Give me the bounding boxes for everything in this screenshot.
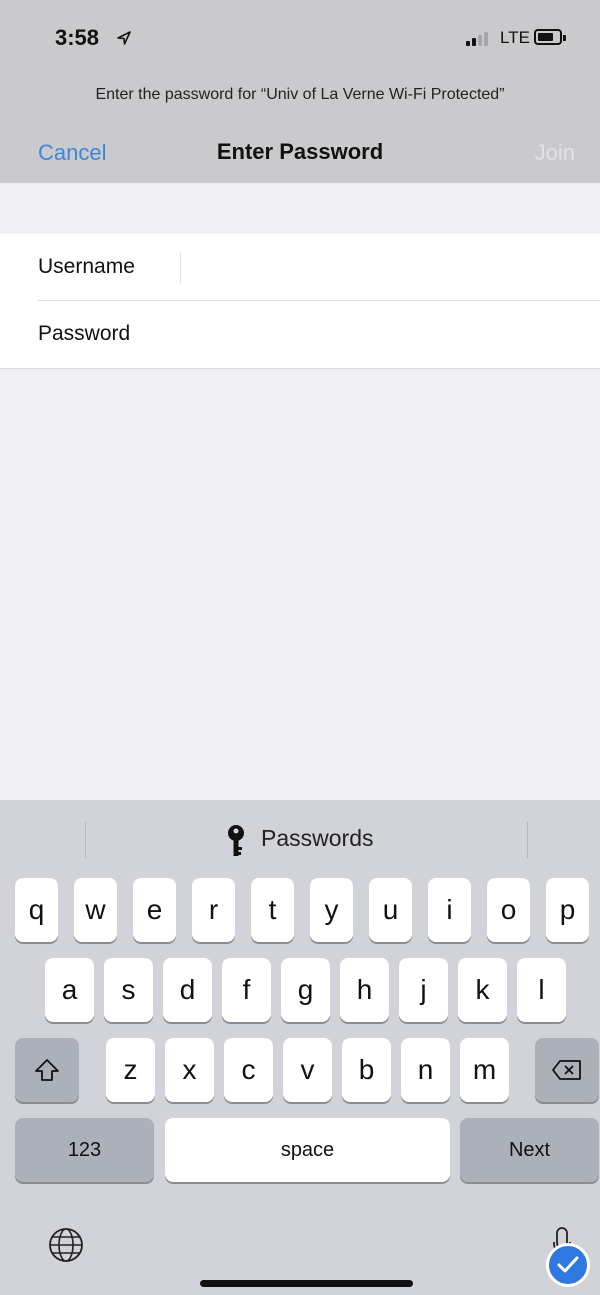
quicktype-divider xyxy=(85,822,86,858)
password-label: Password xyxy=(38,322,131,345)
letter-key[interactable]: l xyxy=(517,958,566,1022)
letter-key[interactable]: c xyxy=(224,1038,273,1102)
letter-key[interactable]: k xyxy=(458,958,507,1022)
letter-key[interactable]: v xyxy=(283,1038,332,1102)
letter-key[interactable]: z xyxy=(106,1038,155,1102)
letter-key[interactable]: s xyxy=(104,958,153,1022)
delete-key[interactable] xyxy=(535,1038,599,1102)
letter-key[interactable]: f xyxy=(222,958,271,1022)
username-label: Username xyxy=(38,255,135,278)
letter-key[interactable]: j xyxy=(399,958,448,1022)
letter-key[interactable]: g xyxy=(281,958,330,1022)
letter-key[interactable]: y xyxy=(310,878,353,942)
wifi-password-screen: 3:58 LTE Enter the password for “Univ of… xyxy=(0,0,600,1295)
network-prompt: Enter the password for “Univ of La Verne… xyxy=(95,86,505,103)
header: 3:58 LTE Enter the password for “Univ of… xyxy=(0,0,600,183)
quicktype-bar: Passwords xyxy=(0,800,600,870)
password-field[interactable] xyxy=(190,315,590,353)
shift-icon xyxy=(35,1059,59,1081)
letter-key[interactable]: d xyxy=(163,958,212,1022)
status-time: 3:58 xyxy=(55,25,100,50)
checkmark-icon xyxy=(557,1256,579,1273)
letter-key[interactable]: h xyxy=(340,958,389,1022)
letter-key[interactable]: o xyxy=(487,878,530,942)
letter-key[interactable]: q xyxy=(15,878,58,942)
letter-key[interactable]: b xyxy=(342,1038,391,1102)
letter-key[interactable]: t xyxy=(251,878,294,942)
letter-key[interactable]: u xyxy=(369,878,412,942)
join-button[interactable]: Join xyxy=(535,140,575,166)
letter-key[interactable]: p xyxy=(546,878,589,942)
username-field[interactable] xyxy=(190,248,590,286)
network-type: LTE xyxy=(500,28,530,47)
letter-key[interactable]: a xyxy=(45,958,94,1022)
letter-key[interactable]: w xyxy=(74,878,117,942)
numbers-key[interactable]: 123 xyxy=(15,1118,154,1182)
letter-key[interactable]: e xyxy=(133,878,176,942)
text-cursor xyxy=(180,252,181,284)
globe-icon[interactable] xyxy=(47,1226,85,1264)
cancel-button[interactable]: Cancel xyxy=(38,140,106,166)
battery-icon xyxy=(534,29,566,45)
passwords-suggestion[interactable]: Passwords xyxy=(261,825,373,852)
next-key[interactable]: Next xyxy=(460,1118,599,1182)
letter-key[interactable]: r xyxy=(192,878,235,942)
credentials-form: Username Password xyxy=(0,234,600,369)
key-icon[interactable] xyxy=(226,824,246,858)
home-indicator xyxy=(200,1280,413,1287)
signal-strength-icon xyxy=(466,30,498,46)
letter-key[interactable]: m xyxy=(460,1038,509,1102)
password-row[interactable]: Password xyxy=(38,301,600,368)
location-arrow-icon xyxy=(117,31,131,45)
checkmark-badge xyxy=(546,1243,590,1287)
quicktype-divider xyxy=(527,822,528,858)
letter-key[interactable]: n xyxy=(401,1038,450,1102)
shift-key[interactable] xyxy=(15,1038,79,1102)
letter-key[interactable]: i xyxy=(428,878,471,942)
letter-key[interactable]: x xyxy=(165,1038,214,1102)
space-key[interactable]: space xyxy=(165,1118,450,1182)
backspace-icon xyxy=(552,1060,581,1080)
username-row[interactable]: Username xyxy=(38,234,600,301)
